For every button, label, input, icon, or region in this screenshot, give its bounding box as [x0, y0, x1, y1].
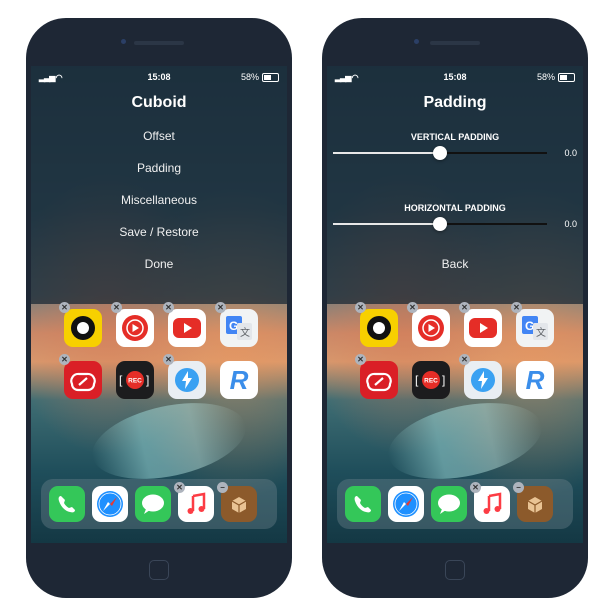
svg-text:[: [	[415, 373, 419, 387]
creative-cloud-icon[interactable]	[360, 361, 398, 399]
status-bar: ▂▃▅ ◠ 15:08 58%	[31, 70, 287, 86]
phone-left: ▂▃▅ ◠ 15:08 58% Cuboid Offset Padding Mi…	[26, 18, 292, 598]
delete-badge-icon[interactable]: ✕	[59, 302, 70, 313]
delete-badge-icon[interactable]: ✕	[355, 354, 366, 365]
reeder-letter: R	[229, 364, 249, 395]
svg-text:文: 文	[536, 326, 546, 339]
menu-item-padding[interactable]: Padding	[31, 161, 287, 175]
shortcut-flash-icon[interactable]	[464, 361, 502, 399]
reeder-icon[interactable]: R	[220, 361, 258, 399]
rec-label: REC	[128, 378, 142, 385]
menu-item-offset[interactable]: Offset	[31, 129, 287, 143]
delete-badge-icon[interactable]: ✕	[59, 354, 70, 365]
delete-badge-icon[interactable]: ✕	[355, 302, 366, 313]
wallpaper-river	[381, 390, 549, 492]
phone-icon[interactable]	[49, 486, 85, 522]
vertical-padding-label: VERTICAL PADDING	[410, 132, 500, 142]
battery-percent: 58%	[240, 72, 259, 82]
svg-text:G: G	[229, 319, 238, 333]
delete-badge-icon[interactable]: ✕	[174, 482, 185, 493]
remove-badge-icon[interactable]: −	[217, 482, 228, 493]
delete-badge-icon[interactable]: ✕	[407, 302, 418, 313]
google-translate-icon[interactable]: G文	[220, 309, 258, 347]
horizontal-padding-fill	[333, 223, 440, 225]
front-camera	[414, 39, 419, 44]
delete-badge-icon[interactable]: ✕	[459, 354, 470, 365]
menu-item-miscellaneous[interactable]: Miscellaneous	[31, 193, 287, 207]
safari-icon[interactable]	[92, 486, 128, 522]
status-bar: ▂▃▅ ◠ 15:08 58%	[327, 70, 583, 86]
screen: ▂▃▅ ◠ 15:08 58% Padding VERTICAL PADDING…	[327, 66, 583, 543]
speaker-grille	[430, 41, 480, 45]
home-button[interactable]	[445, 560, 465, 580]
remove-badge-icon[interactable]: −	[513, 482, 524, 493]
speaker-grille	[134, 41, 184, 45]
google-translate-icon[interactable]: G文	[516, 309, 554, 347]
menu-title: Cuboid	[131, 94, 187, 111]
safari-icon[interactable]	[388, 486, 424, 522]
battery-icon	[262, 73, 279, 82]
phone-icon[interactable]	[345, 486, 381, 522]
delete-badge-icon[interactable]: ✕	[215, 302, 226, 313]
menu-item-save-restore[interactable]: Save / Restore	[31, 225, 287, 239]
horizontal-padding-label: HORIZONTAL PADDING	[404, 203, 506, 213]
delete-badge-icon[interactable]: ✕	[511, 302, 522, 313]
dock: ✕ −	[337, 479, 573, 529]
cydia-icon[interactable]	[221, 486, 257, 522]
messages-icon[interactable]	[431, 486, 467, 522]
dock: ✕ −	[41, 479, 277, 529]
back-button[interactable]: Back	[327, 257, 583, 271]
youtube-icon[interactable]	[464, 309, 502, 347]
reeder-letter: R	[525, 364, 545, 395]
svg-text:[: [	[119, 373, 123, 387]
svg-text:]: ]	[442, 373, 445, 387]
rec-label: REC	[424, 378, 438, 385]
done-button[interactable]: Done	[31, 257, 287, 271]
creative-cloud-icon[interactable]	[64, 361, 102, 399]
phone-right: ▂▃▅ ◠ 15:08 58% Padding VERTICAL PADDING…	[322, 18, 588, 598]
home-button[interactable]	[149, 560, 169, 580]
wallpaper-river	[85, 390, 253, 492]
cydia-icon[interactable]	[517, 486, 553, 522]
vertical-padding-value: 0.0	[564, 148, 577, 158]
horizontal-padding-knob[interactable]	[433, 217, 447, 231]
music-icon[interactable]	[474, 486, 510, 522]
shortcut-flash-icon[interactable]	[168, 361, 206, 399]
black-ring-app-icon[interactable]	[64, 309, 102, 347]
delete-badge-icon[interactable]: ✕	[111, 302, 122, 313]
youtube-music-icon[interactable]	[412, 309, 450, 347]
horizontal-padding-value: 0.0	[564, 219, 577, 229]
svg-text:]: ]	[146, 373, 149, 387]
black-ring-app-icon[interactable]	[360, 309, 398, 347]
reeder-icon[interactable]: R	[516, 361, 554, 399]
youtube-music-icon[interactable]	[116, 309, 154, 347]
vertical-padding-fill	[333, 152, 440, 154]
front-camera	[121, 39, 126, 44]
messages-icon[interactable]	[135, 486, 171, 522]
screen-recorder-icon[interactable]: [] REC	[412, 361, 450, 399]
menu-title: Padding	[423, 94, 487, 111]
delete-badge-icon[interactable]: ✕	[163, 354, 174, 365]
vertical-padding-knob[interactable]	[433, 146, 447, 160]
battery-icon	[558, 73, 575, 82]
battery-percent: 58%	[536, 72, 555, 82]
youtube-icon[interactable]	[168, 309, 206, 347]
delete-badge-icon[interactable]: ✕	[459, 302, 470, 313]
music-icon[interactable]	[178, 486, 214, 522]
screen-recorder-icon[interactable]: [] REC	[116, 361, 154, 399]
svg-text:文: 文	[240, 326, 250, 339]
delete-badge-icon[interactable]: ✕	[163, 302, 174, 313]
screen: ▂▃▅ ◠ 15:08 58% Cuboid Offset Padding Mi…	[31, 66, 287, 543]
delete-badge-icon[interactable]: ✕	[470, 482, 481, 493]
svg-text:G: G	[525, 319, 534, 333]
